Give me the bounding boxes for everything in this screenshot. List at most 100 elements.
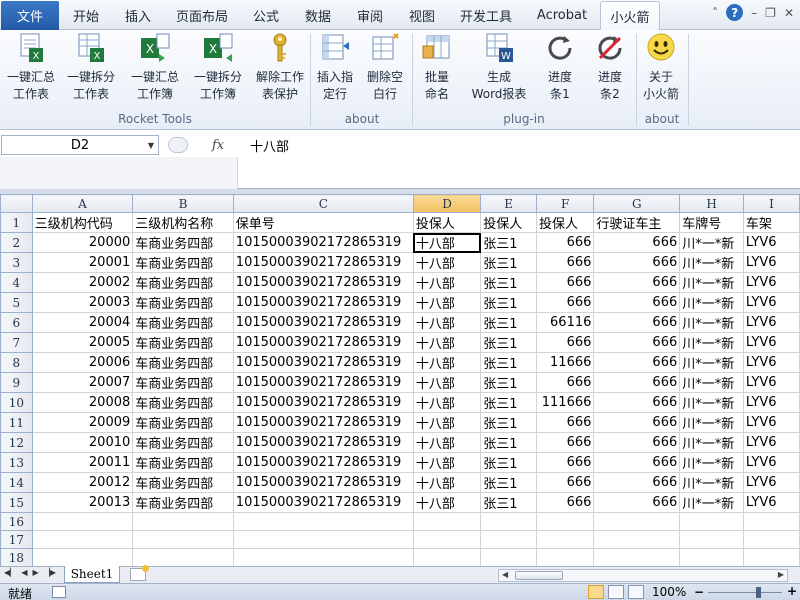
cell[interactable]: 十八部 — [412, 392, 482, 413]
cell[interactable]: 20009 — [31, 412, 134, 433]
cell[interactable]: 11666 — [535, 352, 595, 373]
cell[interactable] — [535, 530, 595, 549]
column-header[interactable]: C — [232, 194, 414, 213]
cell[interactable]: 车商业务四部 — [132, 292, 234, 313]
cell[interactable]: LYV6 — [742, 472, 800, 493]
cell[interactable]: 666 — [593, 492, 681, 513]
cell[interactable]: 666 — [593, 232, 681, 253]
cell[interactable]: 张三1 — [480, 352, 537, 373]
cell[interactable]: 20013 — [31, 492, 134, 513]
cell[interactable]: 20002 — [31, 272, 134, 293]
cell[interactable]: 张三1 — [480, 272, 537, 293]
cell[interactable]: 666 — [593, 472, 681, 493]
cell[interactable]: 车商业务四部 — [132, 472, 234, 493]
cell[interactable]: 666 — [593, 392, 681, 413]
help-icon[interactable]: ? — [726, 4, 744, 21]
cell[interactable] — [593, 548, 681, 566]
tab-view[interactable]: 视图 — [402, 1, 442, 30]
cell[interactable]: 十八部 — [412, 452, 482, 473]
cell[interactable]: LYV6 — [742, 312, 800, 333]
column-header-selected[interactable]: D — [412, 194, 482, 213]
cell[interactable]: LYV6 — [742, 392, 800, 413]
tab-rocket[interactable]: 小火箭 — [600, 1, 660, 31]
first-sheet-icon[interactable]: ◀▏ — [4, 568, 16, 577]
row-header[interactable]: 18 — [0, 548, 33, 566]
cell[interactable]: 张三1 — [480, 452, 537, 473]
cell[interactable]: 张三1 — [480, 252, 537, 273]
normal-view-icon[interactable] — [588, 585, 604, 599]
cell[interactable]: 车商业务四部 — [132, 392, 234, 413]
tab-page-layout[interactable]: 页面布局 — [170, 1, 234, 30]
tab-home[interactable]: 开始 — [66, 1, 106, 30]
cell[interactable]: 川*一*新 — [679, 372, 744, 393]
cell[interactable]: 三级机构名称 — [132, 212, 234, 233]
cell[interactable]: 111666 — [535, 392, 595, 413]
cell[interactable]: 十八部 — [412, 332, 482, 353]
cell[interactable]: 666 — [535, 432, 595, 453]
row-header[interactable]: 1 — [0, 212, 33, 233]
page-break-view-icon[interactable] — [628, 585, 644, 599]
cell[interactable]: 20012 — [31, 472, 134, 493]
cell[interactable]: 张三1 — [480, 412, 537, 433]
zoom-slider-thumb[interactable] — [756, 587, 761, 598]
cell[interactable]: 666 — [535, 272, 595, 293]
cell[interactable]: 10150003902172865319 — [232, 472, 414, 493]
row-header[interactable]: 3 — [0, 252, 33, 273]
cell[interactable] — [742, 548, 800, 566]
row-header[interactable]: 13 — [0, 452, 33, 473]
cell[interactable]: 20003 — [31, 292, 134, 313]
cell[interactable] — [31, 512, 134, 531]
insert-rows-button[interactable]: 插入指 定行 — [312, 32, 358, 106]
cell[interactable]: 十八部 — [412, 492, 482, 513]
cell[interactable]: 666 — [535, 452, 595, 473]
horizontal-scrollbar[interactable]: ◀ ▶ — [498, 569, 788, 582]
cell[interactable]: 十八部 — [412, 412, 482, 433]
cell[interactable] — [132, 530, 234, 549]
cell[interactable]: 川*一*新 — [679, 472, 744, 493]
tab-formulas[interactable]: 公式 — [246, 1, 286, 30]
cell[interactable]: LYV6 — [742, 452, 800, 473]
cell[interactable]: 666 — [535, 232, 595, 253]
cell[interactable] — [232, 512, 414, 531]
restore-icon[interactable]: ❐ — [765, 6, 776, 20]
cell[interactable]: 车商业务四部 — [132, 232, 234, 253]
cell[interactable]: 20006 — [31, 352, 134, 373]
cell[interactable]: 666 — [593, 312, 681, 333]
cell[interactable]: 车商业务四部 — [132, 432, 234, 453]
minimize-ribbon-icon[interactable]: ˄ — [712, 6, 718, 20]
cell[interactable]: 车商业务四部 — [132, 492, 234, 513]
cell[interactable]: LYV6 — [742, 332, 800, 353]
cell[interactable]: 投保人 — [412, 212, 482, 233]
cell[interactable]: 666 — [535, 292, 595, 313]
cell[interactable]: 666 — [535, 372, 595, 393]
cell[interactable]: 川*一*新 — [679, 392, 744, 413]
cell[interactable]: 20007 — [31, 372, 134, 393]
zoom-in-icon[interactable]: + — [787, 584, 797, 598]
cell[interactable]: 川*一*新 — [679, 452, 744, 473]
column-header[interactable]: G — [593, 194, 681, 213]
cell[interactable]: 十八部 — [412, 432, 482, 453]
cell[interactable]: 10150003902172865319 — [232, 312, 414, 333]
select-all-corner[interactable] — [0, 194, 33, 213]
cell[interactable]: 十八部 — [412, 272, 482, 293]
page-layout-view-icon[interactable] — [608, 585, 624, 599]
unprotect-sheet-button[interactable]: 解除工作 表保护 — [252, 32, 308, 106]
cell[interactable]: 张三1 — [480, 392, 537, 413]
cell[interactable]: LYV6 — [742, 372, 800, 393]
cell[interactable]: 666 — [535, 332, 595, 353]
minimize-icon[interactable]: – — [751, 6, 757, 20]
tab-developer[interactable]: 开发工具 — [454, 1, 518, 30]
row-header[interactable]: 10 — [0, 392, 33, 413]
row-header[interactable]: 11 — [0, 412, 33, 433]
cell[interactable]: 20000 — [31, 232, 134, 253]
column-header[interactable]: E — [480, 194, 537, 213]
cell[interactable]: LYV6 — [742, 252, 800, 273]
cell[interactable]: 20011 — [31, 452, 134, 473]
name-box[interactable]: D2 ▼ — [1, 135, 159, 155]
cell[interactable]: 666 — [593, 352, 681, 373]
merge-workbooks-button[interactable]: X 一键汇总 工作簿 — [126, 32, 184, 106]
cell[interactable]: 川*一*新 — [679, 332, 744, 353]
cell[interactable]: 666 — [593, 372, 681, 393]
cell[interactable] — [535, 548, 595, 566]
cell[interactable]: 10150003902172865319 — [232, 332, 414, 353]
